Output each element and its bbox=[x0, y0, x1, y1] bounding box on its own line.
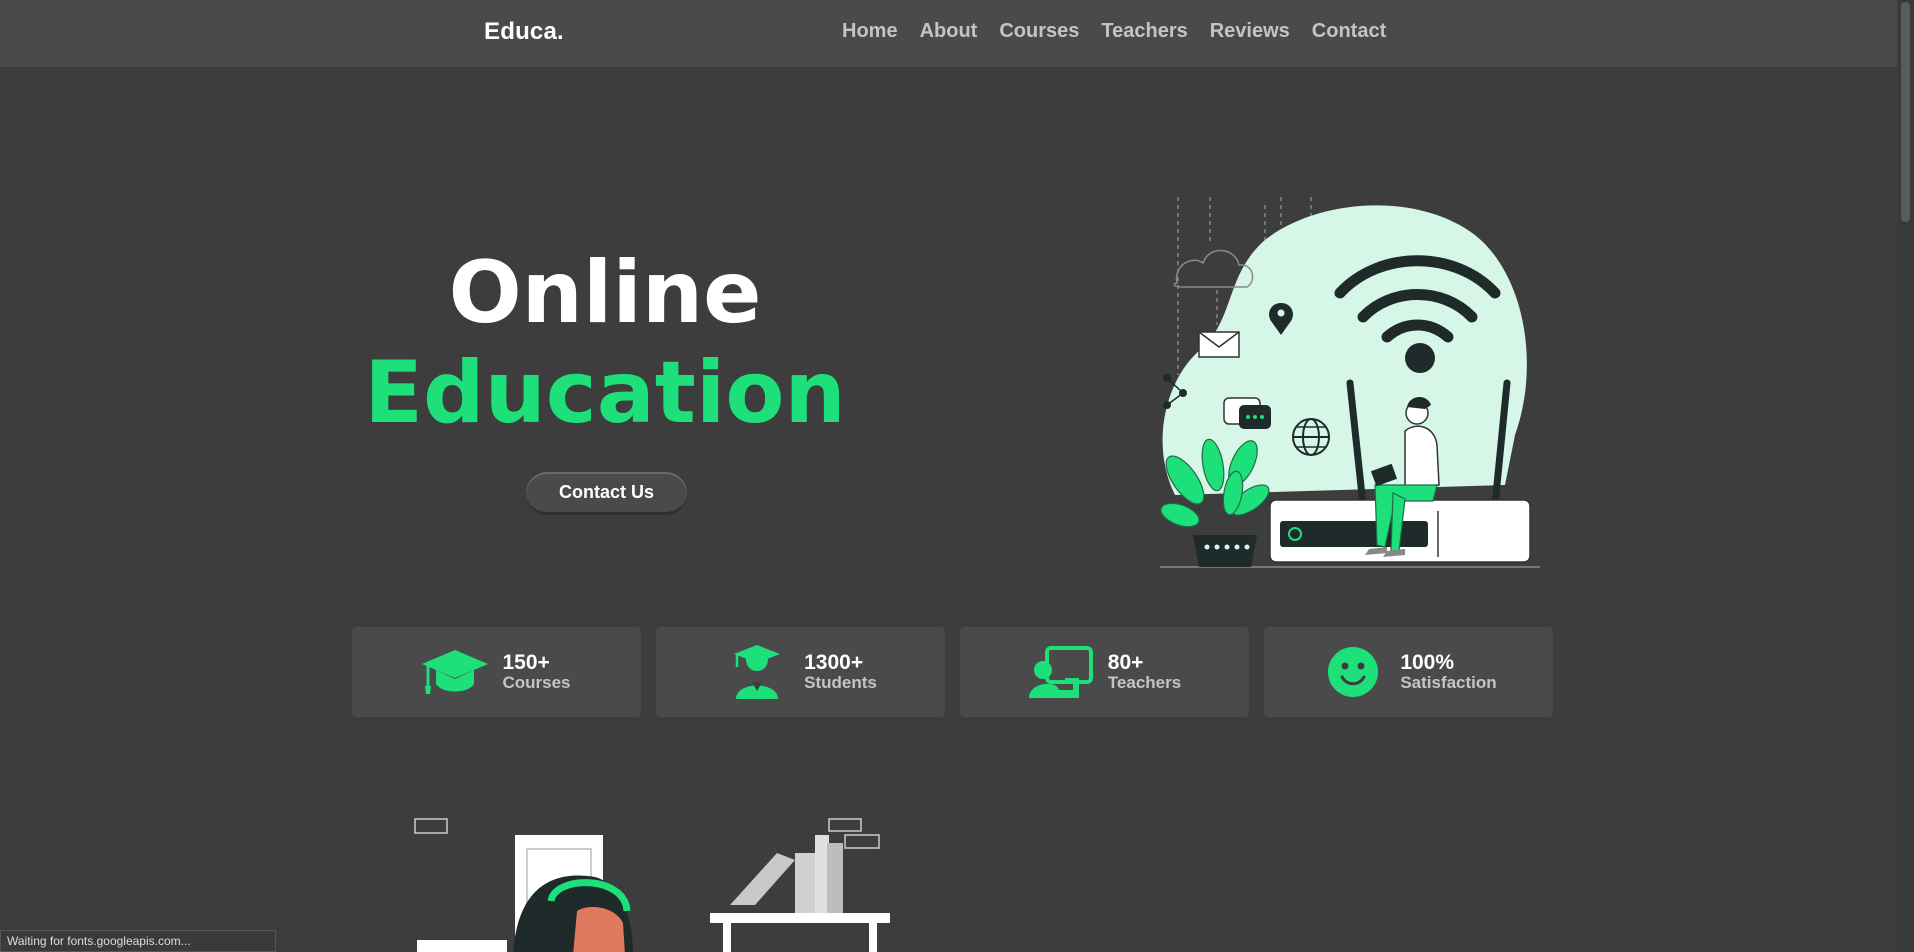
stats-row: 150+ Courses 1300+ Students 80+ Teachers… bbox=[352, 627, 1553, 717]
nav-courses-link[interactable]: Courses bbox=[999, 20, 1079, 43]
browser-status-bar: Waiting for fonts.googleapis.com... bbox=[0, 930, 276, 952]
contact-us-button[interactable]: Contact Us bbox=[526, 472, 687, 515]
stat-text: 1300+ Students bbox=[804, 650, 877, 693]
hero-title-line1: Online bbox=[448, 243, 762, 343]
hero-title-line2: Education bbox=[364, 343, 846, 443]
main-nav: Home About Courses Teachers Reviews Cont… bbox=[842, 20, 1386, 43]
student-icon bbox=[724, 644, 790, 700]
nav-teachers-link[interactable]: Teachers bbox=[1101, 20, 1187, 43]
stat-card-satisfaction: 100% Satisfaction bbox=[1264, 627, 1553, 717]
smile-icon bbox=[1320, 644, 1386, 700]
stat-label: Students bbox=[804, 672, 877, 692]
stat-card-courses: 150+ Courses bbox=[352, 627, 641, 717]
stat-value: 80+ bbox=[1107, 650, 1144, 674]
nav-about-link[interactable]: About bbox=[920, 20, 978, 43]
stat-text: 150+ Courses bbox=[502, 650, 571, 693]
stat-value: 150+ bbox=[502, 650, 550, 674]
nav-home-link[interactable]: Home bbox=[842, 20, 898, 43]
nav-reviews-link[interactable]: Reviews bbox=[1210, 20, 1290, 43]
stat-card-students: 1300+ Students bbox=[656, 627, 945, 717]
scrollbar-thumb[interactable] bbox=[1901, 2, 1910, 222]
stat-label: Satisfaction bbox=[1400, 672, 1497, 692]
stat-text: 100% Satisfaction bbox=[1400, 650, 1497, 693]
site-logo[interactable]: Educa. bbox=[484, 18, 564, 46]
graduation-cap-icon bbox=[422, 644, 489, 700]
stat-value: 1300+ bbox=[804, 650, 864, 674]
student-desk-illustration bbox=[414, 818, 890, 952]
stat-value: 100% bbox=[1400, 650, 1455, 674]
online-learning-illustration bbox=[1160, 197, 1540, 568]
hero-title: Online Education bbox=[330, 250, 880, 436]
stat-label: Teachers bbox=[1107, 672, 1182, 692]
stat-card-teachers: 80+ Teachers bbox=[960, 627, 1249, 717]
nav-contact-link[interactable]: Contact bbox=[1312, 20, 1386, 43]
stat-label: Courses bbox=[502, 672, 571, 692]
teacher-icon bbox=[1028, 644, 1094, 700]
page-scrollbar[interactable] bbox=[1897, 0, 1914, 952]
stat-text: 80+ Teachers bbox=[1107, 650, 1182, 693]
site-header: Educa. Home About Courses Teachers Revie… bbox=[0, 0, 1897, 67]
